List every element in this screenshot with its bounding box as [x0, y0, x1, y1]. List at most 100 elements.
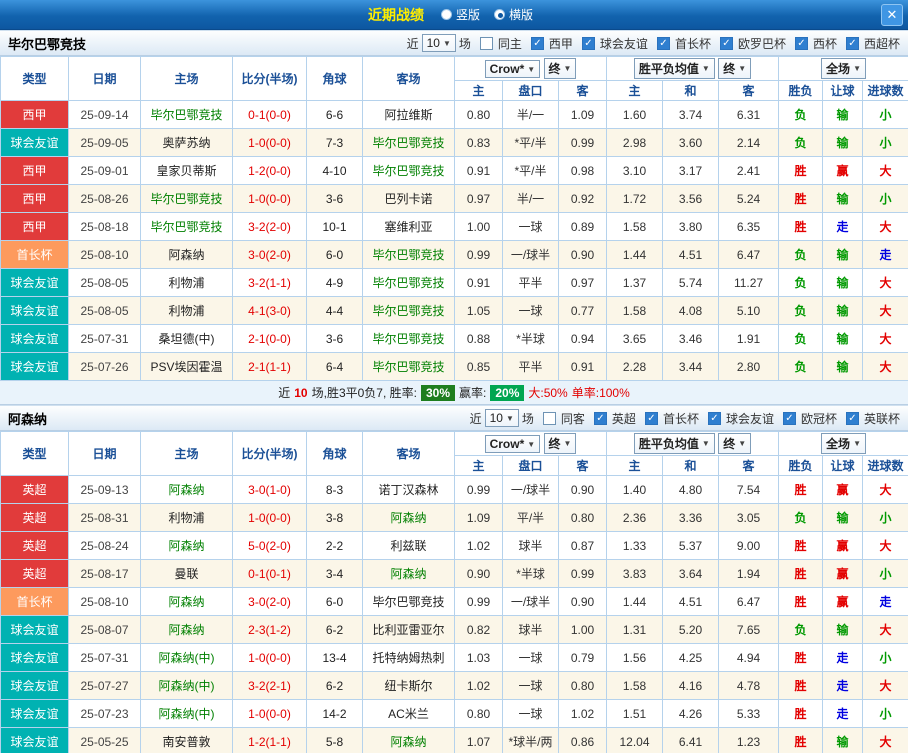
match-date: 25-08-05	[68, 268, 141, 297]
result-goals: 大	[862, 156, 908, 185]
col-away: 客场	[362, 56, 455, 101]
home-team: 阿森纳	[140, 531, 233, 560]
league-4-checkbox[interactable]: ✓	[794, 36, 808, 50]
summary-bar: 近 10 场,胜3平0负7, 胜率: 30% 赢率: 20% 大:50% 单率:10…	[0, 381, 908, 405]
league-5-checkbox[interactable]: ✓	[845, 36, 859, 50]
match-row: 球会友谊 25-08-07 阿森纳 2-3(1-2) 6-2 比利亚雷亚尔 0.82 球半 1.…	[0, 615, 908, 644]
league-1-checkbox[interactable]: ✓	[644, 411, 658, 425]
league-type-badge: 首长杯	[0, 587, 69, 616]
chevron-down-icon: ▼	[738, 439, 747, 448]
radio-checked-icon	[494, 9, 505, 20]
result-winloss: 负	[778, 324, 824, 353]
result-goals: 小	[862, 128, 908, 157]
match-row: 球会友谊 25-08-05 利物浦 3-2(1-1) 4-9 毕尔巴鄂竞技 0.91 平半 0.…	[0, 268, 908, 297]
league-0-checkbox[interactable]: ✓	[530, 36, 544, 50]
eu-home-odds: 1.44	[606, 240, 664, 269]
match-date: 25-09-05	[68, 128, 141, 157]
layout-radio-horizontal[interactable]: 横版	[494, 6, 533, 23]
recent-count-select[interactable]: 10 ▼	[484, 409, 519, 427]
summary-text: 近	[278, 386, 291, 400]
away-team: 塞维利亚	[362, 212, 455, 241]
col-ah-away: 客	[557, 80, 608, 101]
league-type-badge: 西甲	[0, 212, 69, 241]
corner-count: 10-1	[306, 212, 363, 241]
result-group-header: 全场 ▼	[778, 431, 908, 456]
eu-away-odds: 1.91	[718, 324, 780, 353]
close-button[interactable]: ✕	[881, 4, 903, 26]
scope-select[interactable]: 全场 ▼	[821, 58, 866, 79]
col-ah-line: 盘口	[502, 455, 559, 476]
away-team: 毕尔巴鄂竞技	[362, 128, 455, 157]
company-select[interactable]: Crow* ▼	[484, 60, 541, 78]
recent-count-select[interactable]: 10 ▼	[421, 34, 456, 52]
col-date: 日期	[68, 431, 141, 476]
ah-home-odds: 0.85	[454, 352, 503, 381]
home-team: 阿森纳	[140, 475, 233, 504]
eu-home-odds: 3.83	[606, 559, 664, 588]
ah-home-odds: 0.82	[454, 615, 503, 644]
eu-home-odds: 1.58	[606, 296, 664, 325]
layout-radio-vertical[interactable]: 竖版	[440, 6, 480, 23]
ah-line: 平半	[502, 268, 559, 297]
eu-draw-odds: 3.56	[662, 184, 720, 213]
result-winloss: 胜	[778, 727, 824, 753]
match-date: 25-08-07	[68, 615, 141, 644]
final-select[interactable]: 终 ▼	[543, 58, 577, 79]
final-select[interactable]: 终 ▼	[718, 433, 752, 454]
col-ah-home: 主	[454, 80, 503, 101]
ah-home-odds: 0.91	[454, 268, 503, 297]
home-team: 利物浦	[140, 296, 233, 325]
same-side-checkbox[interactable]	[479, 36, 493, 50]
corner-count: 4-9	[306, 268, 363, 297]
league-4-checkbox[interactable]: ✓	[845, 411, 859, 425]
eu-home-odds: 2.98	[606, 128, 664, 157]
away-team: 利兹联	[362, 531, 455, 560]
scope-select[interactable]: 全场 ▼	[821, 433, 866, 454]
match-row: 英超 25-08-24 阿森纳 5-0(2-0) 2-2 利兹联 1.02 球半 0.87 1.3…	[0, 531, 908, 560]
col-corner: 角球	[306, 56, 363, 101]
final-select[interactable]: 终 ▼	[718, 58, 752, 79]
match-date: 25-08-10	[68, 240, 141, 269]
result-winloss: 负	[778, 128, 824, 157]
corner-count: 13-4	[306, 643, 363, 672]
ah-line: 半/一	[502, 100, 559, 129]
league-filter-group: 同主 ✓ 西甲 ✓ 球会友谊 ✓ 首长杯 ✓ 欧罗巴杯 ✓ 西杯 ✓ 西超杯	[474, 35, 900, 52]
chevron-down-icon: ▼	[701, 439, 710, 448]
company-select[interactable]: Crow* ▼	[484, 435, 541, 453]
profit-rate-badge: 20%	[490, 384, 525, 401]
ah-away-odds: 1.00	[557, 615, 608, 644]
result-handicap: 输	[822, 727, 864, 753]
ah-away-odds: 0.80	[557, 503, 608, 532]
eu-draw-odds: 4.16	[662, 671, 720, 700]
home-team: 毕尔巴鄂竞技	[140, 212, 233, 241]
odds-avg-select[interactable]: 胜平负均值 ▼	[633, 58, 715, 79]
final-select[interactable]: 终 ▼	[543, 433, 577, 454]
ah-group-header: Crow* ▼ 终 ▼	[453, 56, 608, 81]
result-handicap: 输	[822, 503, 864, 532]
eu-draw-odds: 3.60	[662, 128, 720, 157]
league-3-checkbox[interactable]: ✓	[719, 36, 733, 50]
league-3-checkbox[interactable]: ✓	[782, 411, 796, 425]
league-1-label: 首长杯	[662, 411, 699, 426]
eu-home-odds: 1.72	[606, 184, 664, 213]
eu-away-odds: 1.23	[718, 727, 780, 753]
result-winloss: 胜	[778, 184, 824, 213]
league-1-checkbox[interactable]: ✓	[581, 36, 595, 50]
eu-home-odds: 1.56	[606, 643, 664, 672]
league-0-checkbox[interactable]: ✓	[593, 411, 607, 425]
away-team: 毕尔巴鄂竞技	[362, 324, 455, 353]
league-2-checkbox[interactable]: ✓	[656, 36, 670, 50]
league-2-checkbox[interactable]: ✓	[707, 411, 721, 425]
result-handicap: 走	[822, 671, 864, 700]
score: 2-1(1-1)	[232, 352, 307, 381]
result-handicap: 走	[822, 699, 864, 728]
eu-draw-odds: 6.41	[662, 727, 720, 753]
chevron-down-icon: ▼	[701, 64, 710, 73]
odds-avg-select[interactable]: 胜平负均值 ▼	[633, 433, 715, 454]
eu-draw-odds: 4.08	[662, 296, 720, 325]
same-side-checkbox[interactable]	[542, 411, 556, 425]
col-ah-away: 客	[557, 455, 608, 476]
ah-line: 一球	[502, 212, 559, 241]
score: 1-0(0-0)	[232, 128, 307, 157]
result-winloss: 负	[778, 352, 824, 381]
